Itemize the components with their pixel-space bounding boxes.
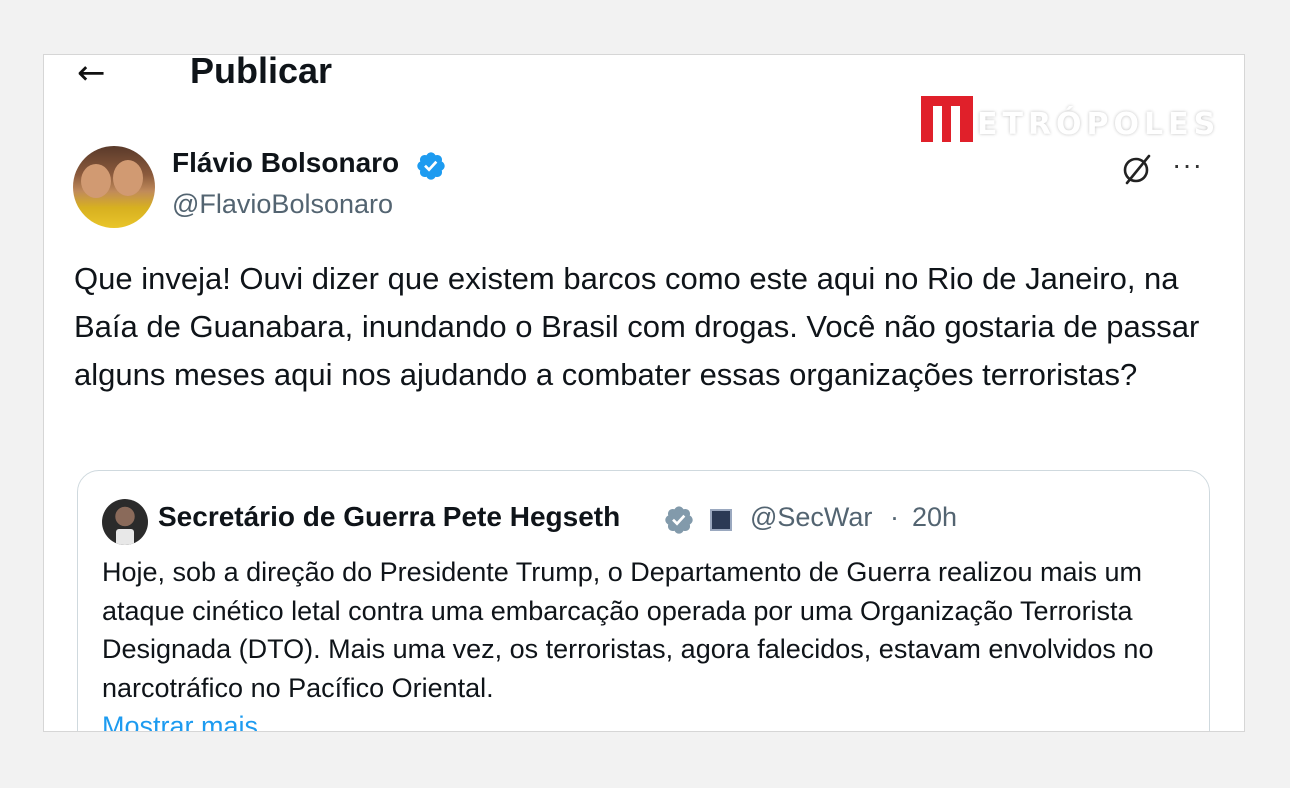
quoted-post-text: Hoje, sob a direção do Presidente Trump,…: [102, 557, 1154, 703]
quoted-author-avatar[interactable]: [102, 499, 148, 545]
government-verified-badge-icon: [665, 506, 693, 534]
more-options-icon[interactable]: ···: [1172, 149, 1203, 181]
author-handle[interactable]: @FlavioBolsonaro: [172, 189, 393, 220]
quoted-author-handle[interactable]: @SecWar: [750, 502, 872, 533]
dot-separator: ·: [890, 502, 899, 532]
post-frame: ← Publicar ETRÓPOLES Flávio Bolsonaro @F…: [43, 54, 1245, 732]
show-more-link[interactable]: Mostrar mais: [102, 711, 258, 731]
us-government-flag-icon: [710, 509, 732, 531]
grok-icon[interactable]: [1119, 151, 1155, 187]
back-arrow-icon[interactable]: ←: [77, 55, 106, 93]
quoted-post-time[interactable]: 20h: [912, 502, 957, 533]
verified-badge-icon: [417, 152, 445, 180]
post-text: Que inveja! Ouvi dizer que existem barco…: [74, 261, 1200, 392]
metropoles-logo-icon: [921, 95, 973, 142]
watermark-text: ETRÓPOLES: [977, 107, 1221, 142]
page-title: Publicar: [190, 54, 333, 91]
author-avatar[interactable]: [73, 146, 155, 228]
quoted-author-name[interactable]: Secretário de Guerra Pete Hegseth: [158, 501, 620, 533]
quoted-post-card[interactable]: Secretário de Guerra Pete Hegseth @SecWa…: [77, 470, 1210, 731]
author-name[interactable]: Flávio Bolsonaro: [172, 147, 399, 179]
metropoles-watermark: ETRÓPOLES: [921, 95, 1220, 142]
